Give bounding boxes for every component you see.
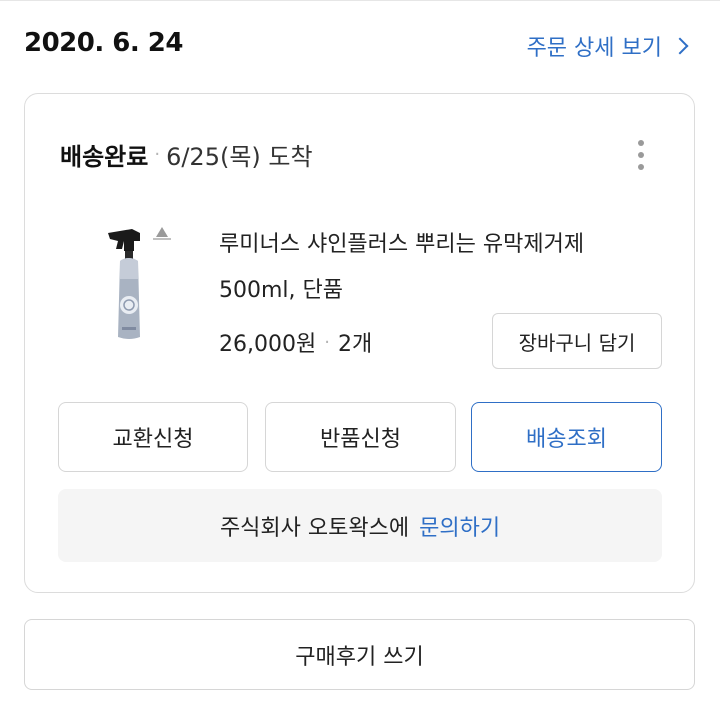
separator-dot: · xyxy=(324,331,330,353)
price-row: 26,000원 · 2개 xyxy=(219,326,372,358)
seller-inquiry-text: 주식회사 오토왁스에 xyxy=(219,515,410,541)
order-card: 배송완료 · 6/25(목) 도착 루미너스 샤인플러스 뿌리는 유막제거제 5… xyxy=(24,93,695,593)
product-name[interactable]: 루미너스 샤인플러스 뿌리는 유막제거제 500ml, 단품 xyxy=(219,222,659,314)
return-request-button[interactable]: 반품신청 xyxy=(265,402,456,472)
seller-inquiry-link[interactable]: 문의하기 xyxy=(419,510,500,542)
arrival-date: 6/25(목) 도착 xyxy=(166,143,313,171)
separator-dot: · xyxy=(154,144,161,165)
more-vertical-icon[interactable] xyxy=(638,140,644,170)
top-divider xyxy=(0,0,720,1)
delivery-tracking-button[interactable]: 배송조회 xyxy=(471,402,662,472)
write-review-button[interactable]: 구매후기 쓰기 xyxy=(24,619,695,690)
delivery-status: 배송완료 xyxy=(60,143,149,171)
order-detail-link[interactable]: 주문 상세 보기 xyxy=(526,30,689,62)
product-image[interactable] xyxy=(98,219,188,344)
product-price: 26,000원 xyxy=(219,332,317,357)
delivery-status-row: 배송완료 · 6/25(목) 도착 xyxy=(60,137,313,172)
order-detail-link-label: 주문 상세 보기 xyxy=(526,36,662,61)
seller-inquiry-box: 주식회사 오토왁스에 문의하기 xyxy=(58,489,662,562)
chevron-right-icon xyxy=(671,37,689,55)
exchange-request-button[interactable]: 교환신청 xyxy=(58,402,248,472)
add-to-cart-button[interactable]: 장바구니 담기 xyxy=(492,313,662,369)
product-quantity: 2개 xyxy=(337,332,373,357)
order-date: 2020. 6. 24 xyxy=(24,28,184,58)
